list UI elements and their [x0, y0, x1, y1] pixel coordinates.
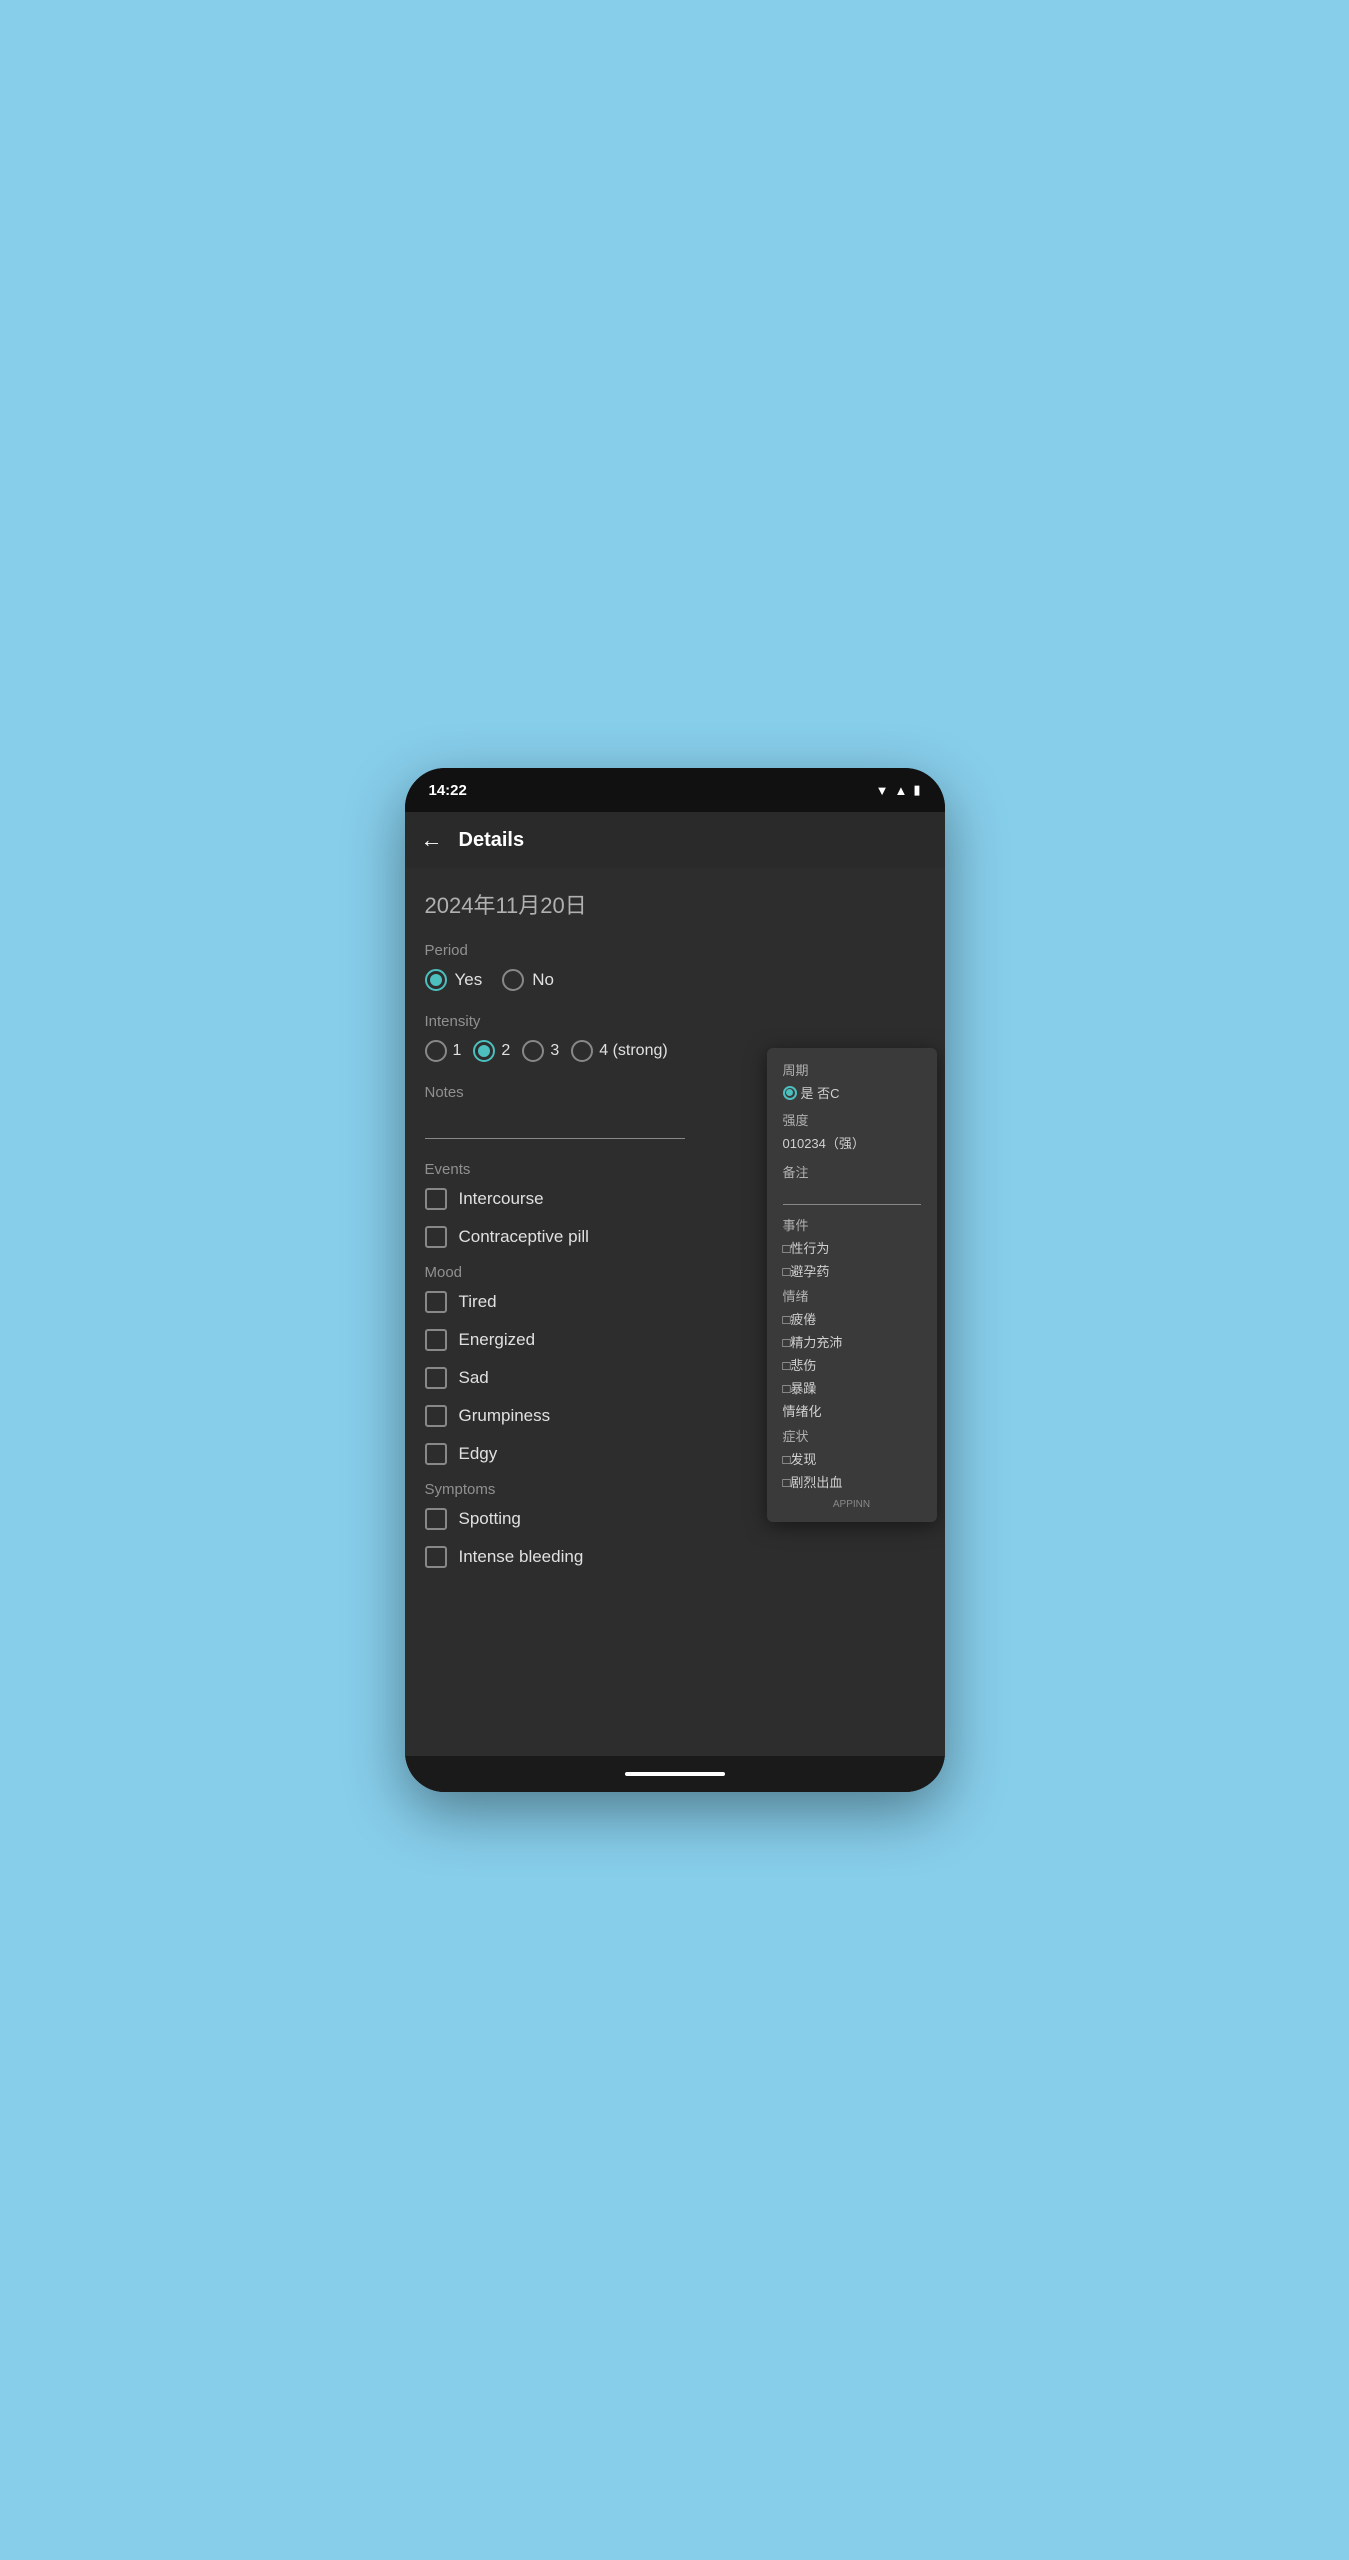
edgy-label: Edgy	[459, 1444, 498, 1464]
period-yes-radio[interactable]	[425, 969, 447, 991]
page-title: Details	[459, 829, 525, 852]
intensity-3-option[interactable]: 3	[522, 1040, 559, 1062]
tooltip-mood-2: □精力充沛	[783, 1332, 921, 1351]
wifi-icon: ▼	[876, 783, 889, 798]
period-label: Period	[425, 942, 925, 959]
tooltip-symptom-1-label: □发现	[783, 1449, 817, 1468]
grumpiness-checkbox[interactable]	[425, 1405, 447, 1427]
sad-checkbox[interactable]	[425, 1367, 447, 1389]
edgy-checkbox[interactable]	[425, 1443, 447, 1465]
intense-bleeding-label: Intense bleeding	[459, 1547, 584, 1567]
main-content: 2024年11月20日 Period Yes No Intensity 1 2	[405, 868, 945, 1792]
tooltip-events-label: 事件	[783, 1215, 921, 1234]
grumpiness-label: Grumpiness	[459, 1406, 551, 1426]
intensity-4-radio[interactable]	[571, 1040, 593, 1062]
intensity-4-option[interactable]: 4 (strong)	[571, 1040, 667, 1062]
tired-label: Tired	[459, 1292, 497, 1312]
tooltip-symptom-1: □发现	[783, 1449, 921, 1468]
home-indicator	[625, 1772, 725, 1776]
tooltip-event-1: □性行为	[783, 1238, 921, 1257]
tooltip-mood-label: 情绪	[783, 1286, 921, 1305]
period-yes-label: Yes	[455, 970, 483, 990]
bottom-bar	[405, 1756, 945, 1792]
period-no-option[interactable]: No	[502, 969, 554, 991]
tooltip-period-options: 是 否C	[801, 1083, 840, 1102]
top-bar: ← Details	[405, 812, 945, 868]
tooltip-symptoms-section: 症状 □发现 □剧烈出血	[783, 1426, 921, 1491]
energized-label: Energized	[459, 1330, 536, 1350]
status-bar: 14:22 ▼ ▲ ▮	[405, 768, 945, 812]
tooltip-mood-4: □暴躁	[783, 1378, 921, 1397]
contraceptive-label: Contraceptive pill	[459, 1227, 589, 1247]
notes-input[interactable]	[425, 1111, 685, 1139]
tooltip-mood-3-label: □悲伤	[783, 1355, 817, 1374]
tooltip-intensity-label: 强度	[783, 1110, 921, 1129]
back-button[interactable]: ←	[421, 827, 443, 853]
status-time: 14:22	[429, 782, 467, 799]
battery-icon: ▮	[913, 782, 920, 798]
tooltip-symptoms-label: 症状	[783, 1426, 921, 1445]
signal-icon: ▲	[894, 783, 907, 798]
tooltip-mood-1: □疲倦	[783, 1309, 921, 1328]
tooltip-mood-3: □悲伤	[783, 1355, 921, 1374]
period-no-label: No	[532, 970, 554, 990]
spotting-label: Spotting	[459, 1509, 521, 1529]
tooltip-panel: 周期 是 否C 强度 010234（强） 备注 事件 □性行为 □避孕药 情绪 …	[767, 1048, 937, 1522]
intensity-2-option[interactable]: 2	[473, 1040, 510, 1062]
intensity-3-radio[interactable]	[522, 1040, 544, 1062]
tooltip-mood-5-label: 情绪化	[783, 1401, 822, 1420]
period-no-radio[interactable]	[502, 969, 524, 991]
intensity-label: Intensity	[425, 1013, 925, 1030]
appinn-label: APPINN	[783, 1499, 921, 1510]
intensity-4-label: 4 (strong)	[599, 1042, 667, 1060]
period-radio-group: Yes No	[425, 969, 925, 991]
intensity-1-option[interactable]: 1	[425, 1040, 462, 1062]
intensity-2-radio[interactable]	[473, 1040, 495, 1062]
phone-frame: 14:22 ▼ ▲ ▮ ← Details 2024年11月20日 Period…	[405, 768, 945, 1792]
tooltip-symptom-2: □剧烈出血	[783, 1472, 921, 1491]
contraceptive-checkbox[interactable]	[425, 1226, 447, 1248]
tooltip-event-2: □避孕药	[783, 1261, 921, 1280]
tooltip-notes-label: 备注	[783, 1162, 921, 1181]
intensity-3-label: 3	[550, 1042, 559, 1060]
intensity-1-label: 1	[453, 1042, 462, 1060]
tooltip-period-yes-radio	[783, 1086, 797, 1100]
spotting-checkbox[interactable]	[425, 1508, 447, 1530]
tooltip-intensity-section: 强度 010234（强）	[783, 1110, 921, 1152]
tooltip-mood-1-label: □疲倦	[783, 1309, 817, 1328]
status-icons: ▼ ▲ ▮	[876, 782, 921, 798]
intense-bleeding-checkbox[interactable]	[425, 1546, 447, 1568]
intercourse-label: Intercourse	[459, 1189, 544, 1209]
tooltip-mood-2-label: □精力充沛	[783, 1332, 843, 1351]
tooltip-symptom-2-label: □剧烈出血	[783, 1472, 843, 1491]
intense-bleeding-item[interactable]: Intense bleeding	[425, 1546, 925, 1568]
tooltip-period-radio: 是 否C	[783, 1083, 921, 1102]
tooltip-event-2-label: □避孕药	[783, 1261, 830, 1280]
energized-checkbox[interactable]	[425, 1329, 447, 1351]
tooltip-mood-5: 情绪化	[783, 1401, 921, 1420]
tired-checkbox[interactable]	[425, 1291, 447, 1313]
tooltip-mood-4-label: □暴躁	[783, 1378, 817, 1397]
tooltip-notes-underline	[783, 1185, 921, 1205]
intercourse-checkbox[interactable]	[425, 1188, 447, 1210]
date-heading: 2024年11月20日	[425, 888, 925, 920]
intensity-1-radio[interactable]	[425, 1040, 447, 1062]
sad-label: Sad	[459, 1368, 489, 1388]
tooltip-intensity-options: 010234（强）	[783, 1133, 921, 1152]
period-yes-option[interactable]: Yes	[425, 969, 483, 991]
tooltip-period-label: 周期	[783, 1060, 921, 1079]
tooltip-mood-section: 情绪 □疲倦 □精力充沛 □悲伤 □暴躁 情绪化	[783, 1286, 921, 1420]
intensity-2-label: 2	[501, 1042, 510, 1060]
tooltip-event-1-label: □性行为	[783, 1238, 830, 1257]
